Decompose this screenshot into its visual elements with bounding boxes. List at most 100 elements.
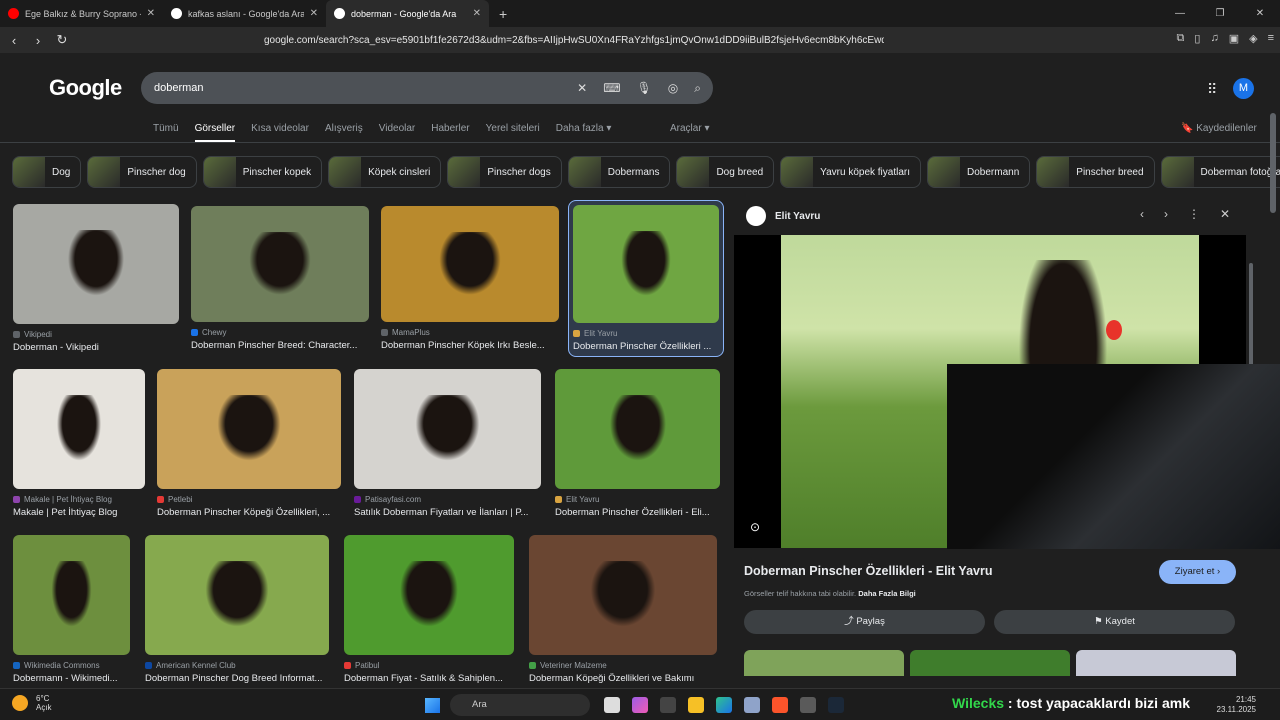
minimize-icon[interactable]: —: [1160, 0, 1200, 27]
tab-kafkas[interactable]: kafkas aslanı - Google'da Ara ✕: [163, 0, 326, 27]
image-result[interactable]: Vikipedi Doberman - Vikipedi: [13, 204, 179, 353]
mic-icon[interactable]: 🎙: [637, 81, 652, 95]
task-view-icon[interactable]: [604, 697, 620, 713]
lens-icon[interactable]: ◎: [668, 81, 678, 95]
suggestion-chip[interactable]: Dog breed: [676, 156, 775, 188]
google-logo[interactable]: Google: [49, 75, 122, 101]
image-result[interactable]: Elit Yavru Doberman Pinscher Özellikleri …: [555, 369, 720, 518]
suggestion-chip[interactable]: Pinscher dog: [87, 156, 197, 188]
suggestion-chip[interactable]: Pinscher kopek: [202, 156, 323, 188]
result-caption[interactable]: Doberman Pinscher Özellikleri ...: [573, 341, 719, 352]
suggestion-chip[interactable]: Yavru köpek fiyatları: [780, 156, 922, 188]
suggestion-chip[interactable]: Pinscher dogs: [447, 156, 562, 188]
result-thumbnail[interactable]: [145, 535, 329, 655]
image-result[interactable]: MamaPlus Doberman Pinscher Köpek Irkı Bes…: [381, 206, 559, 351]
related-thumb[interactable]: [1076, 650, 1236, 676]
search-input[interactable]: doberman: [154, 82, 204, 94]
result-caption[interactable]: Doberman Pinscher Köpeği Özellikleri, ..…: [157, 507, 341, 518]
wallet-icon[interactable]: ▣: [1229, 32, 1239, 45]
image-result[interactable]: Elit Yavru Doberman Pinscher Özellikleri …: [568, 200, 724, 357]
suggestion-chip[interactable]: Dobermans: [567, 156, 671, 188]
close-window-icon[interactable]: ✕: [1240, 0, 1280, 27]
result-caption[interactable]: Doberman Pinscher Köpek Irkı Besle...: [381, 340, 559, 351]
nav-item-local[interactable]: Yerel siteleri: [486, 123, 540, 142]
avatar[interactable]: M: [1233, 78, 1254, 99]
shield-icon[interactable]: ◈: [1249, 32, 1257, 45]
result-thumbnail[interactable]: [354, 369, 541, 489]
result-thumbnail[interactable]: [573, 205, 719, 323]
suggestion-chip[interactable]: Doberman fotoğra: [1160, 156, 1280, 188]
image-result[interactable]: Veteriner Malzeme Doberman Köpeği Özellik…: [529, 535, 717, 684]
suggestion-chip[interactable]: Pinscher breed: [1036, 156, 1155, 188]
result-thumbnail[interactable]: [13, 369, 145, 489]
store-icon[interactable]: [744, 697, 760, 713]
result-thumbnail[interactable]: [529, 535, 717, 655]
image-result[interactable]: Patibul Doberman Fiyat - Satılık & Sahipl…: [344, 535, 514, 684]
visit-button[interactable]: Ziyaret et ›: [1159, 560, 1236, 584]
result-caption[interactable]: Makale | Pet İhtiyaç Blog: [13, 507, 145, 518]
keyboard-icon[interactable]: ⌨: [603, 81, 620, 95]
site-name[interactable]: Elit Yavru: [775, 211, 820, 222]
result-caption[interactable]: Doberman Fiyat - Satılık & Sahiplen...: [344, 673, 514, 684]
result-thumbnail[interactable]: [344, 535, 514, 655]
forward-icon[interactable]: ›: [28, 33, 48, 48]
suggestion-chip[interactable]: Dobermann: [927, 156, 1031, 188]
image-result[interactable]: Chewy Doberman Pinscher Breed: Character.…: [191, 206, 369, 351]
nav-item-shopping[interactable]: Alışveriş: [325, 123, 363, 142]
next-icon[interactable]: ›: [1164, 207, 1168, 221]
sidebar-icon[interactable]: ▯: [1194, 32, 1200, 45]
saved-link[interactable]: 🔖 Kaydedilenler: [1181, 123, 1257, 134]
search-box[interactable]: doberman ✕ ⌨ 🎙 ◎ ⌕: [141, 72, 713, 104]
related-thumb[interactable]: [744, 650, 904, 676]
nav-item-images[interactable]: Görseller: [194, 123, 236, 142]
result-caption[interactable]: Satılık Doberman Fiyatları ve İlanları |…: [354, 507, 541, 518]
result-caption[interactable]: Doberman - Vikipedi: [13, 342, 179, 353]
brave-icon[interactable]: [772, 697, 788, 713]
tab-music[interactable]: Ege Balkız & Burry Soprano - Affet B ✕: [0, 0, 163, 27]
taskbar-search[interactable]: Ara: [450, 694, 590, 716]
close-icon[interactable]: ✕: [1220, 207, 1230, 221]
suggestion-chip[interactable]: Dog: [12, 156, 82, 188]
app-icon[interactable]: [660, 697, 676, 713]
tools-menu[interactable]: Araçlar ▾: [670, 123, 710, 134]
steam-icon[interactable]: [828, 697, 844, 713]
file-explorer-icon[interactable]: [688, 697, 704, 713]
nav-item-videos[interactable]: Videolar: [379, 123, 416, 142]
more-options-icon[interactable]: ⋮: [1188, 207, 1200, 221]
result-caption[interactable]: Doberman Pinscher Breed: Character...: [191, 340, 369, 351]
app-icon[interactable]: [800, 697, 816, 713]
result-caption[interactable]: Dobermann - Wikimedi...: [13, 673, 130, 684]
close-tab-icon[interactable]: ✕: [473, 8, 481, 19]
tab-doberman[interactable]: doberman - Google'da Ara ✕: [326, 0, 489, 27]
edge-icon[interactable]: [716, 697, 732, 713]
image-result[interactable]: American Kennel Club Doberman Pinscher Do…: [145, 535, 329, 684]
result-thumbnail[interactable]: [157, 369, 341, 489]
result-caption[interactable]: Doberman Köpeği Özellikleri ve Bakımı: [529, 673, 717, 684]
system-clock[interactable]: 21:45 23.11.2025: [1217, 695, 1256, 715]
result-thumbnail[interactable]: [13, 204, 179, 324]
weather-widget[interactable]: 6°C Açık: [12, 694, 52, 712]
reload-icon[interactable]: ↻: [52, 32, 72, 48]
result-thumbnail[interactable]: [555, 369, 720, 489]
back-icon[interactable]: ‹: [4, 33, 24, 48]
share-button[interactable]: ⤴ Paylaş: [744, 610, 985, 634]
nav-item-all[interactable]: Tümü: [153, 123, 179, 142]
menu-icon[interactable]: ≡: [1268, 32, 1274, 45]
nav-item-more[interactable]: Daha fazla ▾: [556, 123, 612, 142]
puzzle-icon[interactable]: ⧉: [1177, 32, 1185, 45]
related-thumb[interactable]: [910, 650, 1070, 676]
result-thumbnail[interactable]: [13, 535, 130, 655]
close-tab-icon[interactable]: ✕: [310, 8, 318, 19]
result-caption[interactable]: Doberman Pinscher Özellikleri - Eli...: [555, 507, 720, 518]
preview-title[interactable]: Doberman Pinscher Özellikleri - Elit Yav…: [744, 564, 992, 578]
page-scrollbar[interactable]: [1270, 113, 1276, 213]
new-tab-icon[interactable]: +: [489, 6, 517, 22]
lens-search-icon[interactable]: ⊙: [750, 520, 760, 534]
clear-icon[interactable]: ✕: [577, 81, 587, 95]
image-result[interactable]: Wikimedia Commons Dobermann - Wikimedi...: [13, 535, 130, 684]
more-info-link[interactable]: Daha Fazla Bilgi: [858, 589, 916, 598]
maximize-icon[interactable]: ❐: [1200, 0, 1240, 27]
prev-icon[interactable]: ‹: [1140, 207, 1144, 221]
suggestion-chip[interactable]: Köpek cinsleri: [328, 156, 442, 188]
result-thumbnail[interactable]: [191, 206, 369, 322]
